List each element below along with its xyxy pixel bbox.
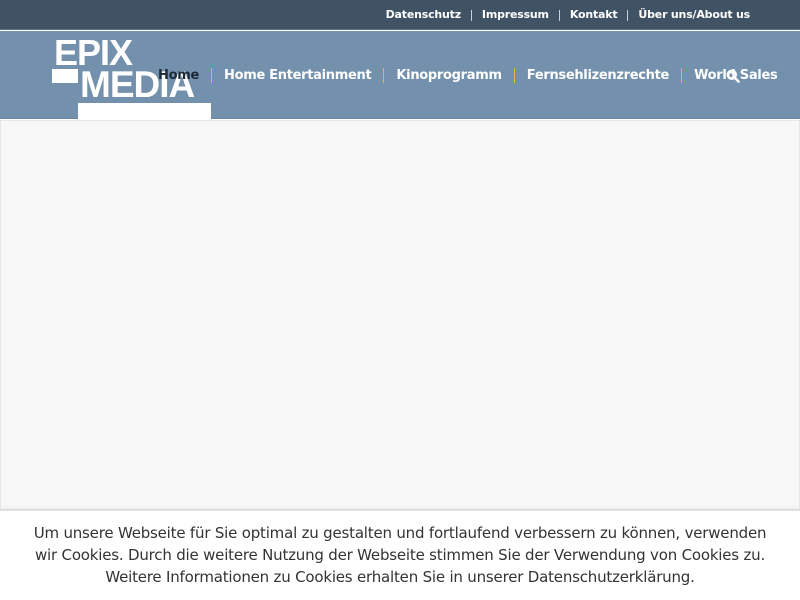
nav-item-home[interactable]: Home [150, 68, 207, 83]
cookie-banner: Um unsere Webseite für Sie optimal zu ge… [0, 510, 800, 600]
main-nav: Home Home Entertainment Kinoprogramm Fer… [150, 31, 785, 119]
top-link-about[interactable]: Über uns/About us [628, 9, 750, 21]
main-content-area [0, 120, 800, 510]
nav-separator [210, 67, 212, 83]
top-nav: Datenschutz Impressum Kontakt Über uns/A… [376, 0, 750, 30]
top-link-kontakt[interactable]: Kontakt [560, 9, 628, 21]
cookie-notice-text: Um unsere Webseite für Sie optimal zu ge… [33, 524, 767, 586]
nav-separator [681, 67, 683, 83]
nav-separator [383, 67, 385, 83]
search-icon [726, 69, 740, 83]
nav-item-home-entertainment[interactable]: Home Entertainment [216, 68, 379, 83]
nav-item-fernsehlizenzrechte[interactable]: Fernsehlizenzrechte [519, 68, 677, 83]
top-link-datenschutz[interactable]: Datenschutz [376, 9, 471, 21]
search-button[interactable] [722, 65, 744, 87]
top-link-impressum[interactable]: Impressum [472, 9, 559, 21]
top-bar: Datenschutz Impressum Kontakt Über uns/A… [0, 0, 800, 30]
nav-item-kinoprogramm[interactable]: Kinoprogramm [388, 68, 509, 83]
main-header: EPIX MEDIA Home Home Entertainment Kinop… [0, 31, 800, 119]
nav-separator [513, 67, 515, 83]
